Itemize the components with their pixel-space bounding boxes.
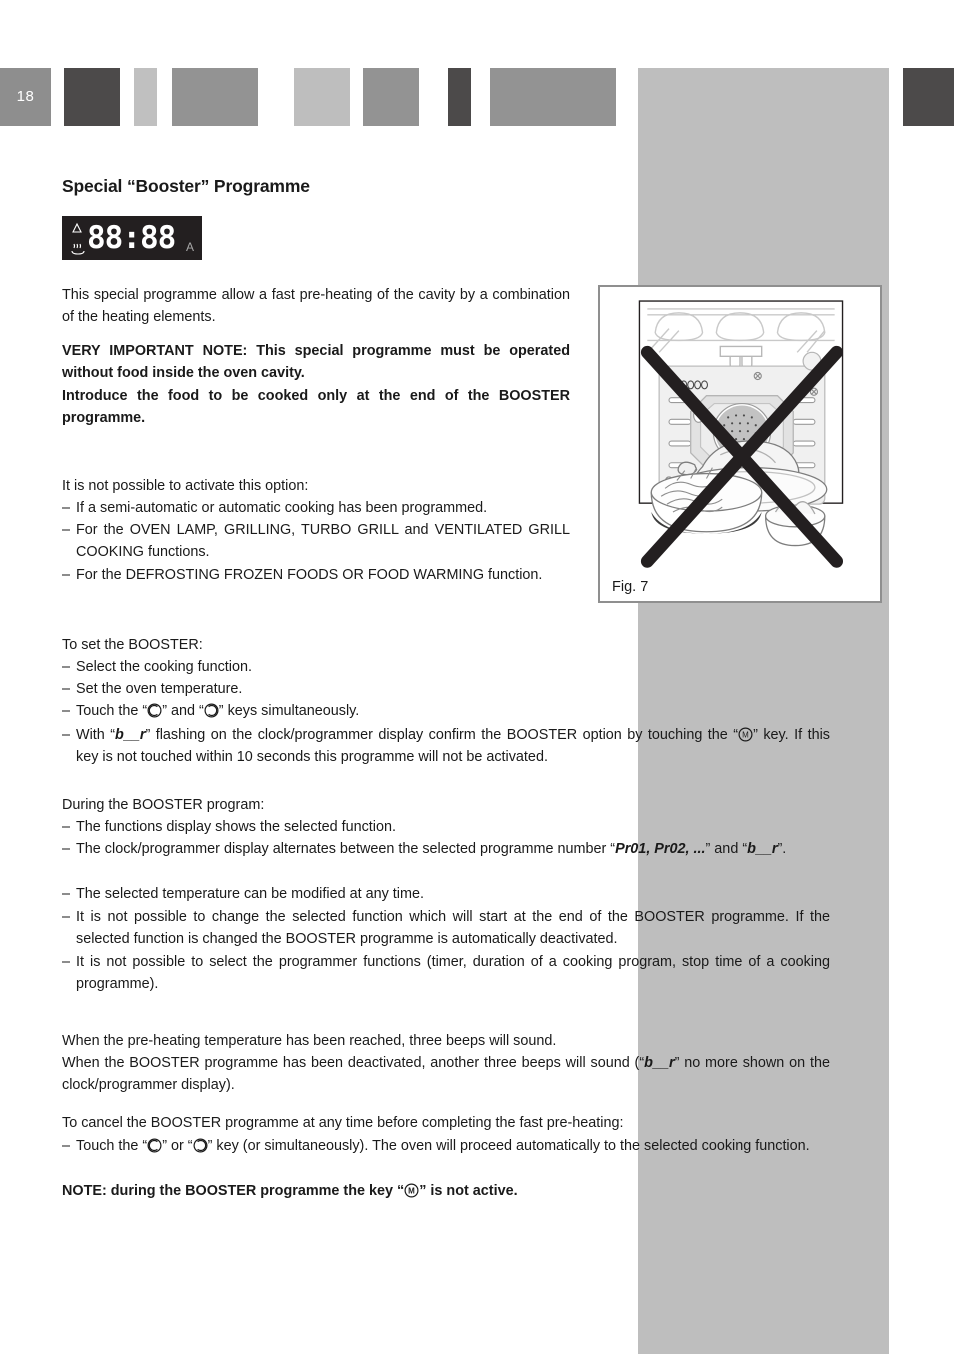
not-possible-item-2: – For the OVEN LAMP, GRILLING, TURBO GRIL… (62, 519, 570, 564)
list-item-text: Select the cooking function. (76, 659, 252, 675)
cancel-heading: To cancel the BOOSTER programme at any t… (62, 1115, 624, 1131)
to-set-item-3: – Touch the “” and “” keys simultaneously… (62, 700, 830, 722)
list-dash: – (62, 727, 71, 743)
list-dash: – (62, 500, 71, 516)
list-item-text: If a semi-automatic or automatic cooking… (76, 500, 488, 516)
minus-key-icon (147, 703, 162, 718)
code-b-r: b__r (115, 727, 146, 743)
led-clock-display: 88:88 A (62, 216, 202, 260)
figure-label: Fig. 7 (612, 579, 649, 595)
led-indicator-icons (71, 222, 85, 255)
during-item-2: – The clock/programmer display alternates… (62, 838, 830, 860)
list-dash: – (62, 886, 71, 902)
list-dash: – (62, 522, 71, 538)
important-note-line1: VERY IMPORTANT NOTE: This special progra… (62, 343, 570, 382)
during-item-1: – The functions display shows the selecte… (62, 816, 830, 838)
not-possible-heading: It is not possible to activate this opti… (62, 478, 309, 494)
page-content: Special “Booster” Programme 88:88 A This… (0, 0, 954, 1354)
memory-key-icon: M (404, 1183, 419, 1198)
during-item-4: – It is not possible to change the select… (62, 906, 830, 951)
list-dash: – (62, 659, 71, 675)
list-item-text: Set the oven temperature. (76, 681, 243, 697)
code-b-r: b__r (747, 841, 778, 857)
important-note-line2: Introduce the food to be cooked only at … (62, 388, 570, 427)
list-dash: – (62, 681, 71, 697)
beeps-line-1: When the pre-heating temperature has bee… (62, 1033, 557, 1049)
led-auto-flag: A (185, 240, 194, 254)
oven-cavity-illustration (638, 300, 844, 568)
to-set-item-4: – With “b__r” flashing on the clock/progr… (62, 724, 830, 769)
during-item-5: – It is not possible to select the progra… (62, 951, 830, 996)
list-dash: – (62, 1138, 71, 1154)
code-b-r: b__r (644, 1055, 675, 1071)
during-heading: During the BOOSTER program: (62, 797, 265, 813)
list-item-text: For the DEFROSTING FROZEN FOODS OR FOOD … (76, 567, 543, 583)
figure-7-box: Fig. 7 (598, 285, 882, 603)
list-dash: – (62, 954, 71, 970)
to-set-heading: To set the BOOSTER: (62, 637, 203, 653)
beeps-line-2: When the BOOSTER programme has been deac… (62, 1055, 831, 1094)
to-set-item-2: – Set the oven temperature. (62, 678, 830, 700)
intro-paragraph: This special programme allow a fast pre-… (62, 287, 570, 326)
svg-text:M: M (408, 1187, 415, 1196)
list-item-text: It is not possible to change the selecte… (76, 909, 830, 948)
during-item-3: – The selected temperature can be modifie… (62, 883, 830, 905)
plus-key-icon (193, 1138, 208, 1153)
alarm-bell-icon (72, 222, 82, 233)
memory-key-icon: M (738, 727, 753, 742)
not-possible-item-1: – If a semi-automatic or automatic cookin… (62, 497, 570, 519)
list-dash: – (62, 841, 71, 857)
list-dash: – (62, 819, 71, 835)
svg-text:M: M (742, 731, 749, 740)
list-dash: – (62, 909, 71, 925)
code-pr-numbers: Pr01, Pr02, ... (615, 841, 706, 857)
page-title: Special “Booster” Programme (62, 176, 310, 196)
list-dash: – (62, 567, 71, 583)
cancel-item: – Touch the “” or “” key (or simultaneous… (62, 1135, 830, 1157)
list-item-text: For the OVEN LAMP, GRILLING, TURBO GRILL… (76, 522, 570, 561)
not-possible-item-3: – For the DEFROSTING FROZEN FOODS OR FOOD… (62, 564, 570, 586)
list-item-text: It is not possible to select the program… (76, 954, 830, 993)
plus-key-icon (204, 703, 219, 718)
cancel-note: NOTE: during the BOOSTER programme the k… (62, 1183, 518, 1199)
minus-key-icon (147, 1138, 162, 1153)
to-set-item-1: – Select the cooking function. (62, 656, 830, 678)
list-item-text: The selected temperature can be modified… (76, 886, 424, 902)
led-digits: 88:88 (87, 220, 176, 256)
list-item-text: The functions display shows the selected… (76, 819, 396, 835)
list-dash: – (62, 703, 71, 719)
